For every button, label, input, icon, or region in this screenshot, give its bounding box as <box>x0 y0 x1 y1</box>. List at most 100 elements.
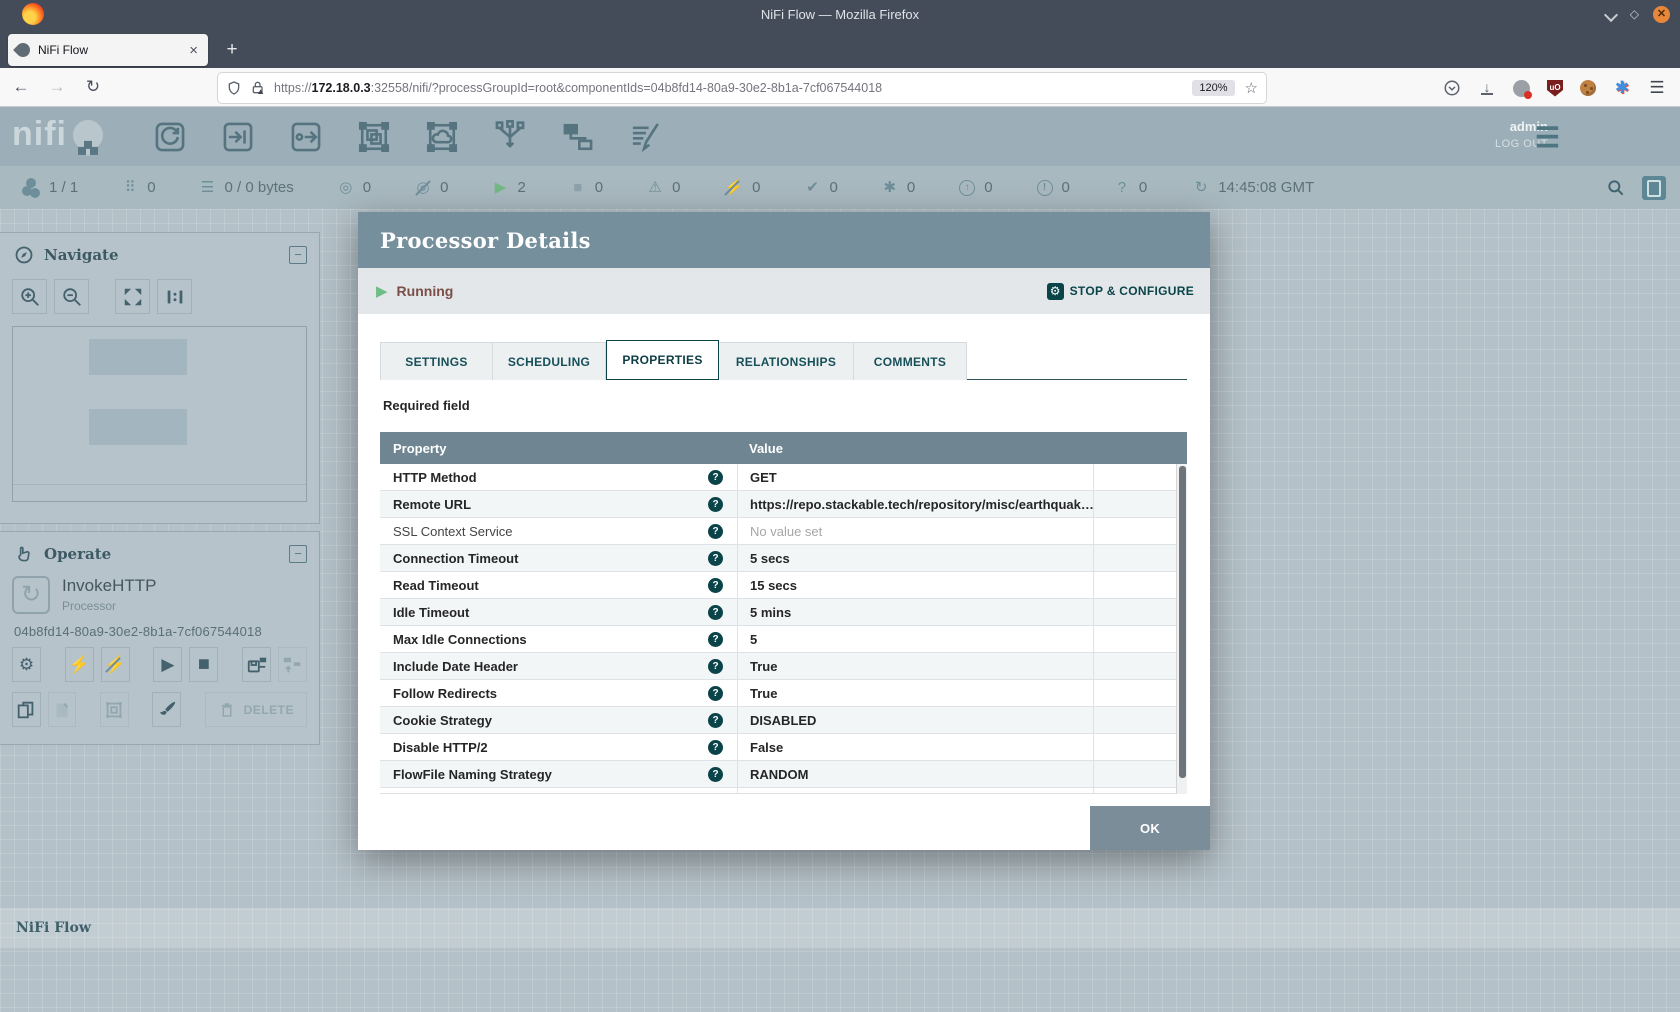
help-icon[interactable]: ? <box>708 740 723 755</box>
cookie-extension-icon[interactable] <box>1580 80 1596 96</box>
property-value[interactable]: False <box>737 734 1093 760</box>
property-row[interactable]: Remote URL?https://repo.stackable.tech/r… <box>380 491 1187 518</box>
multi-account-extension-icon[interactable] <box>1513 80 1530 97</box>
tracking-shield-icon[interactable] <box>226 80 242 96</box>
status-item-disabled: ⚡0 <box>724 179 760 196</box>
disable-button[interactable]: ⚡ <box>101 647 130 682</box>
tab-close-icon[interactable]: × <box>187 43 200 58</box>
birdseye-toggle-icon[interactable] <box>1642 176 1666 200</box>
url-bar[interactable]: https://172.18.0.3:32558/nifi/?processGr… <box>218 73 1266 103</box>
help-icon[interactable]: ? <box>708 497 723 512</box>
lock-warning-icon[interactable] <box>250 80 266 96</box>
refresh-icon[interactable]: ↻ <box>1193 180 1209 195</box>
ublock-extension-icon[interactable]: uO <box>1547 80 1563 97</box>
status-value-stale: 0 <box>984 179 992 196</box>
page-zoom-badge[interactable]: 120% <box>1192 80 1234 96</box>
browser-tab[interactable]: NiFi Flow × <box>8 34 208 66</box>
property-value[interactable]: 5 <box>737 626 1093 652</box>
property-row[interactable]: Include Date Header?True <box>380 653 1187 680</box>
input-port-component-icon[interactable] <box>216 117 260 157</box>
pocket-icon[interactable] <box>1443 79 1461 97</box>
start-button[interactable]: ▶ <box>153 647 182 682</box>
browser-menu-icon[interactable]: ☰ <box>1648 79 1666 97</box>
property-row[interactable]: Max Idle Connections?5 <box>380 626 1187 653</box>
stop-and-configure-button[interactable]: ⚙ STOP & CONFIGURE <box>1047 283 1194 300</box>
help-icon[interactable]: ? <box>708 470 723 485</box>
tab-scheduling[interactable]: SCHEDULING <box>493 342 606 380</box>
save-template-button[interactable] <box>242 647 271 682</box>
property-value[interactable]: True <box>737 680 1093 706</box>
process-group-component-icon[interactable] <box>352 117 396 157</box>
zoom-in-button[interactable] <box>12 279 47 314</box>
scrollbar-thumb[interactable] <box>1179 466 1186 778</box>
help-icon[interactable]: ? <box>708 767 723 782</box>
property-row[interactable]: Idle Timeout?5 mins <box>380 599 1187 626</box>
help-icon[interactable]: ? <box>708 686 723 701</box>
zoom-actual-size-button[interactable] <box>157 279 192 314</box>
property-row[interactable]: Attributes to Send?No value set <box>380 788 1187 794</box>
help-icon[interactable]: ? <box>708 524 723 539</box>
help-icon[interactable]: ? <box>708 551 723 566</box>
window-maximize-icon[interactable]: ◇ <box>1630 8 1639 20</box>
tab-properties[interactable]: PROPERTIES <box>606 340 719 380</box>
help-icon[interactable]: ? <box>708 794 723 795</box>
template-component-icon[interactable] <box>556 117 600 157</box>
property-row[interactable]: Read Timeout?15 secs <box>380 572 1187 599</box>
downloads-icon[interactable]: ↓ <box>1478 79 1496 97</box>
breadcrumb[interactable]: NiFi Flow <box>16 920 91 936</box>
property-row[interactable]: SSL Context Service?No value set <box>380 518 1187 545</box>
required-field-note: Required field <box>383 398 470 413</box>
extension-icon[interactable]: ✱ <box>1613 79 1631 97</box>
flow-canvas[interactable]: Navigate − <box>0 209 1680 1012</box>
tab-settings[interactable]: SETTINGS <box>380 342 493 380</box>
tab-comments[interactable]: COMMENTS <box>854 342 967 380</box>
birdseye-minimap[interactable] <box>12 326 307 502</box>
search-icon[interactable] <box>1606 178 1626 198</box>
property-value[interactable]: True <box>737 653 1093 679</box>
zoom-out-button[interactable] <box>54 279 89 314</box>
property-row[interactable]: Disable HTTP/2?False <box>380 734 1187 761</box>
help-icon[interactable]: ? <box>708 605 723 620</box>
zoom-fit-button[interactable] <box>115 279 150 314</box>
bookmark-star-icon[interactable]: ☆ <box>1245 79 1258 97</box>
window-close-button[interactable]: ✕ <box>1653 6 1670 23</box>
back-button[interactable]: ← <box>6 73 36 101</box>
property-row[interactable]: Connection Timeout?5 secs <box>380 545 1187 572</box>
property-value[interactable]: 5 mins <box>737 599 1093 625</box>
property-row[interactable]: Cookie Strategy?DISABLED <box>380 707 1187 734</box>
help-icon[interactable]: ? <box>708 578 723 593</box>
property-value[interactable]: https://repo.stackable.tech/repository/m… <box>737 491 1093 517</box>
remote-process-group-component-icon[interactable] <box>420 117 464 157</box>
configure-button[interactable]: ⚙ <box>12 647 41 682</box>
property-row[interactable]: FlowFile Naming Strategy?RANDOM <box>380 761 1187 788</box>
global-menu-icon[interactable]: ☰ <box>1535 121 1560 154</box>
property-row[interactable]: Follow Redirects?True <box>380 680 1187 707</box>
funnel-component-icon[interactable] <box>488 117 532 157</box>
property-value[interactable]: 15 secs <box>737 572 1093 598</box>
output-port-component-icon[interactable] <box>284 117 328 157</box>
label-component-icon[interactable] <box>624 117 668 157</box>
property-row[interactable]: HTTP Method?GET <box>380 464 1187 491</box>
url-text[interactable]: https://172.18.0.3:32558/nifi/?processGr… <box>274 81 1192 95</box>
help-icon[interactable]: ? <box>708 659 723 674</box>
property-value[interactable]: No value set <box>737 518 1093 544</box>
navigate-collapse-button[interactable]: − <box>289 246 307 264</box>
tab-relationships[interactable]: RELATIONSHIPS <box>719 342 854 380</box>
enable-button[interactable]: ⚡ <box>65 647 94 682</box>
change-color-button[interactable] <box>152 692 181 727</box>
processor-component-icon[interactable] <box>148 117 192 157</box>
new-tab-button[interactable]: + <box>218 36 246 64</box>
property-value[interactable]: No value set <box>737 788 1093 794</box>
property-value[interactable]: GET <box>737 464 1093 490</box>
help-icon[interactable]: ? <box>708 632 723 647</box>
property-value[interactable]: RANDOM <box>737 761 1093 787</box>
property-value[interactable]: DISABLED <box>737 707 1093 733</box>
copy-button[interactable] <box>12 692 41 727</box>
window-minimize-icon[interactable] <box>1606 9 1616 19</box>
operate-collapse-button[interactable]: − <box>289 545 307 563</box>
reload-button[interactable]: ↻ <box>78 73 108 101</box>
stop-button[interactable]: ■ <box>189 647 218 682</box>
property-value[interactable]: 5 secs <box>737 545 1093 571</box>
ok-button[interactable]: OK <box>1090 806 1210 850</box>
help-icon[interactable]: ? <box>708 713 723 728</box>
